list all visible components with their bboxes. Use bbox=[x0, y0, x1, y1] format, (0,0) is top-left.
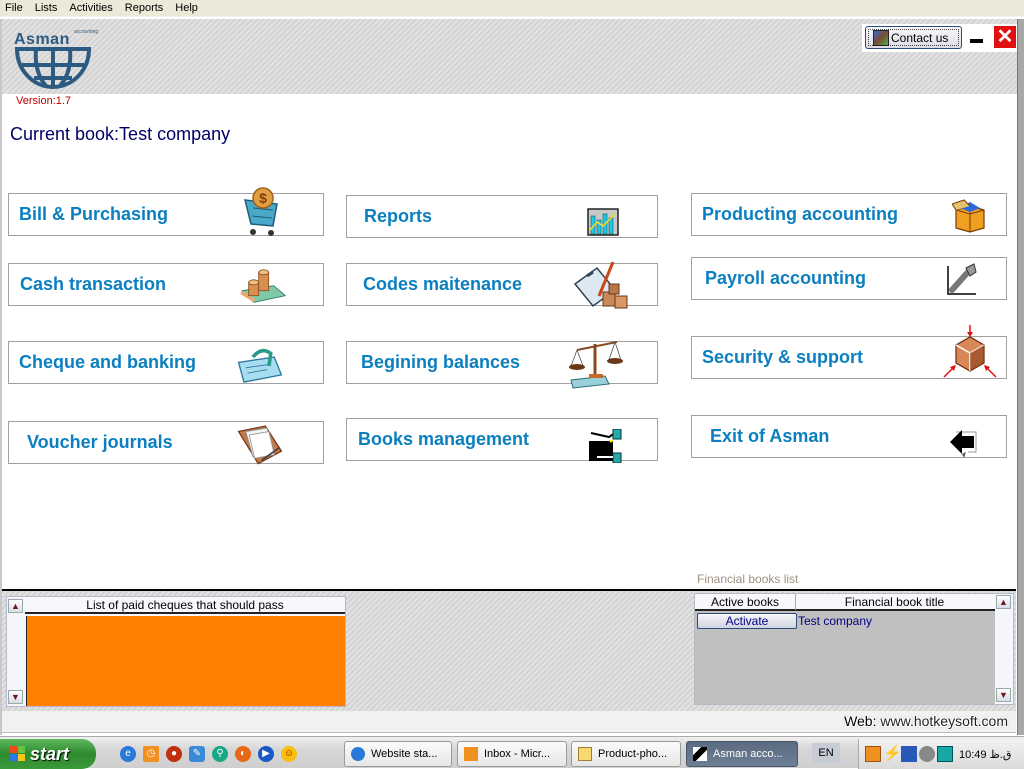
taskbar: start e ◷ ● ✎ ⚲ ◐ ▶ ☺ Website sta... Inb… bbox=[0, 736, 1024, 769]
start-label: start bbox=[30, 743, 70, 764]
menu-file[interactable]: File bbox=[0, 2, 29, 14]
firefox-icon[interactable]: ◐ bbox=[235, 746, 251, 762]
windows-flag-icon bbox=[10, 746, 26, 762]
module-exit[interactable]: Exit of Asman bbox=[691, 415, 1007, 458]
scroll-up-button[interactable]: ▲ bbox=[8, 599, 23, 613]
envelope-icon bbox=[578, 747, 592, 761]
ie-page-icon bbox=[351, 747, 365, 761]
lightning-icon[interactable]: ⚡ bbox=[883, 746, 902, 762]
scroll-up-button[interactable]: ▲ bbox=[996, 595, 1011, 609]
hands-exchange-icon bbox=[589, 429, 622, 463]
column-active-books[interactable]: Active books bbox=[695, 594, 795, 610]
volume-icon[interactable] bbox=[919, 746, 935, 762]
contact-people-icon bbox=[873, 29, 889, 46]
task-asman-accounting[interactable]: Asman acco... bbox=[686, 741, 798, 767]
search-icon[interactable]: ⚲ bbox=[212, 746, 228, 762]
header-banner: accounting Asman Contact us ✕ bbox=[2, 19, 1020, 94]
module-producting-accounting[interactable]: Producting accounting bbox=[691, 193, 1007, 236]
version-label: Version:1.7 bbox=[16, 95, 72, 107]
status-strip: Web: www.hotkeysoft.com bbox=[2, 711, 1016, 733]
chevron-down-icon: ▼ bbox=[999, 690, 1008, 700]
menu-lists[interactable]: Lists bbox=[29, 2, 64, 14]
outlook-clock-icon[interactable]: ◷ bbox=[143, 746, 159, 762]
svg-text:$: $ bbox=[259, 190, 267, 206]
minimize-button[interactable] bbox=[970, 39, 983, 43]
website-link[interactable]: Web: www.hotkeysoft.com bbox=[844, 713, 1008, 729]
open-box-icon bbox=[952, 199, 985, 233]
books-table-header: Active books Financial book title bbox=[695, 594, 995, 611]
module-voucher-journals[interactable]: Voucher journals bbox=[8, 421, 324, 465]
folder-documents-icon bbox=[237, 425, 283, 465]
financial-books-caption: Financial books list bbox=[697, 572, 799, 586]
column-book-title[interactable]: Financial book title bbox=[795, 594, 993, 610]
network-icon[interactable] bbox=[901, 746, 917, 762]
app-globe-icon[interactable]: ● bbox=[166, 746, 182, 762]
activate-button[interactable]: Activate bbox=[697, 613, 797, 629]
menu-bar: File Lists Activities Reports Help bbox=[0, 0, 1024, 17]
app-edit-icon[interactable]: ✎ bbox=[189, 746, 205, 762]
bar-chart-icon bbox=[587, 208, 619, 236]
book-title-cell: Test company bbox=[798, 614, 873, 628]
chevron-up-icon: ▲ bbox=[999, 597, 1008, 607]
module-cheque-banking[interactable]: Cheque and banking bbox=[8, 341, 324, 384]
header-controls: Contact us ✕ bbox=[862, 24, 1020, 52]
menu-reports[interactable]: Reports bbox=[119, 2, 170, 14]
scroll-down-button[interactable]: ▼ bbox=[8, 690, 23, 704]
shopping-cart-dollar-icon: $ bbox=[244, 187, 278, 236]
module-cash-transaction[interactable]: Cash transaction bbox=[8, 263, 324, 306]
cheque-icon bbox=[237, 348, 283, 383]
module-reports[interactable]: Reports bbox=[346, 195, 658, 238]
module-bill-purchasing[interactable]: Bill & Purchasing $ bbox=[8, 187, 324, 236]
tray-app-icon[interactable] bbox=[937, 746, 953, 762]
task-website-stats[interactable]: Website sta... bbox=[344, 741, 452, 767]
media-player-icon[interactable]: ▶ bbox=[258, 746, 274, 762]
close-icon: ✕ bbox=[996, 26, 1014, 48]
financial-books-table: Active books Financial book title Activa… bbox=[694, 593, 1014, 705]
clipboard-pencil-icon bbox=[573, 261, 628, 309]
messenger-smiley-icon[interactable]: ☺ bbox=[281, 746, 297, 762]
task-inbox[interactable]: Inbox - Micr... bbox=[457, 741, 567, 767]
menu-help[interactable]: Help bbox=[169, 2, 204, 14]
window-right-border bbox=[1017, 19, 1024, 735]
paid-cheques-list: ▲ ▼ List of paid cheques that should pas… bbox=[6, 596, 346, 707]
cheques-list-body[interactable] bbox=[26, 616, 345, 706]
cube-arrows-icon bbox=[943, 325, 997, 378]
current-book-label: Current book:Test company bbox=[10, 124, 231, 144]
outlook-tray-icon[interactable] bbox=[865, 746, 881, 762]
start-button[interactable]: start bbox=[0, 739, 96, 769]
chevron-up-icon: ▲ bbox=[11, 601, 20, 611]
module-security-support[interactable]: Security & support bbox=[691, 325, 1007, 379]
internet-explorer-icon[interactable]: e bbox=[120, 746, 136, 762]
back-arrow-icon bbox=[950, 430, 977, 458]
language-indicator[interactable]: EN bbox=[812, 743, 840, 763]
wrench-icon bbox=[947, 263, 977, 295]
module-books-management[interactable]: Books management bbox=[346, 418, 658, 463]
system-tray: ⚡ 10:49 ق.ظ bbox=[858, 739, 1024, 769]
scales-icon bbox=[569, 341, 623, 389]
outlook-icon bbox=[464, 747, 478, 761]
books-scrollbar[interactable]: ▲ ▼ bbox=[995, 594, 1013, 704]
module-codes-maintenance[interactable]: Codes maitenance bbox=[346, 261, 658, 309]
module-beginning-balances[interactable]: Begining balances bbox=[346, 341, 658, 389]
asman-logo: accounting Asman bbox=[14, 27, 98, 89]
chevron-down-icon: ▼ bbox=[11, 692, 20, 702]
web-label: Web: bbox=[844, 713, 877, 729]
asman-app-icon bbox=[693, 747, 707, 761]
close-button[interactable]: ✕ bbox=[994, 26, 1016, 48]
web-url[interactable]: www.hotkeysoft.com bbox=[880, 713, 1008, 729]
logo-tagline: accounting bbox=[74, 29, 99, 35]
globe-icon bbox=[14, 47, 92, 89]
cheques-scrollbar[interactable]: ▲ ▼ bbox=[7, 597, 25, 706]
menu-activities[interactable]: Activities bbox=[63, 2, 118, 14]
module-payroll-accounting[interactable]: Payroll accounting bbox=[691, 257, 1007, 300]
scroll-down-button[interactable]: ▼ bbox=[996, 688, 1011, 702]
task-product-photo[interactable]: Product-pho... bbox=[571, 741, 681, 767]
clock[interactable]: 10:49 ق.ظ bbox=[959, 748, 1011, 761]
contact-us-label: Contact us bbox=[891, 30, 949, 45]
coins-cash-icon bbox=[240, 269, 287, 303]
cheques-column-header[interactable]: List of paid cheques that should pass bbox=[25, 597, 345, 614]
contact-us-button[interactable]: Contact us bbox=[865, 26, 962, 49]
